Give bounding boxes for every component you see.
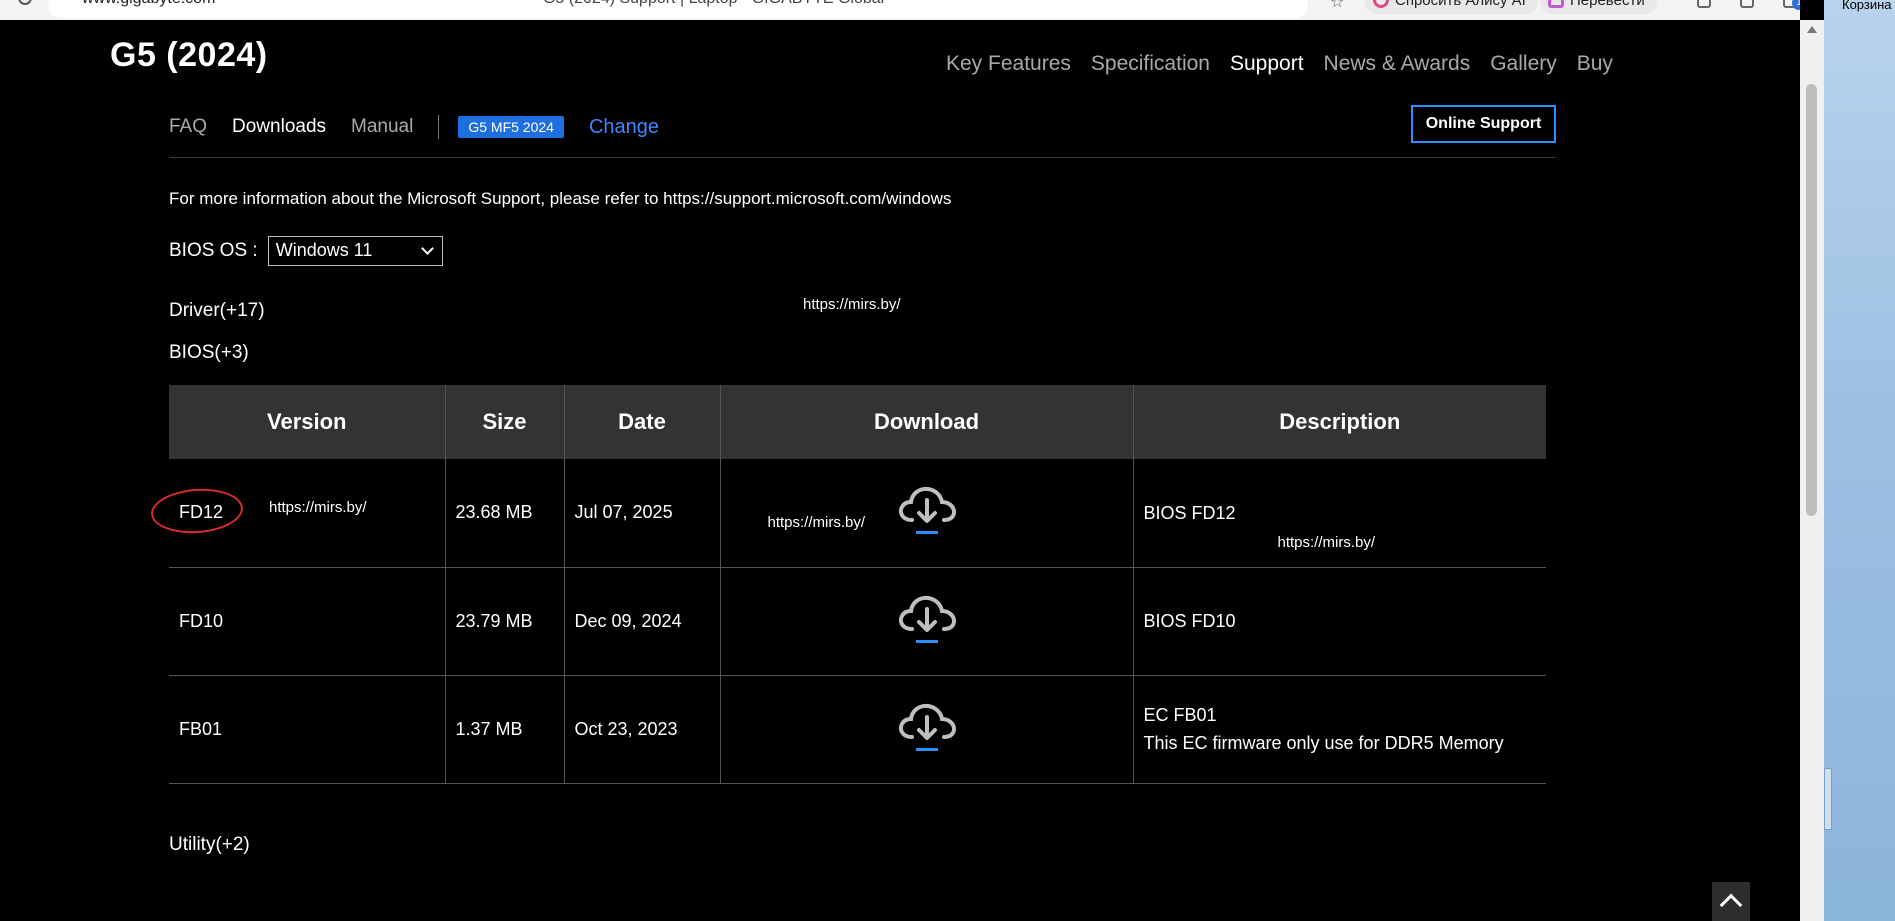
bios-os-row: BIOS OS : Windows 11 bbox=[169, 236, 443, 266]
size-cell: 23.79 MB bbox=[444, 567, 564, 676]
version-cell: FD10 bbox=[169, 567, 445, 676]
description-cell: BIOS FD10 bbox=[1132, 567, 1546, 676]
nav-support[interactable]: Support bbox=[1230, 52, 1304, 76]
bios-section-toggle[interactable]: BIOS(+3) bbox=[169, 342, 249, 364]
description-line: This EC firmware only use for DDR5 Memor… bbox=[1143, 733, 1504, 753]
download-cell bbox=[719, 675, 1133, 784]
table-row: FD10 23.79 MB Dec 09, 2024 BIOS FD10 bbox=[169, 567, 1546, 676]
recycle-bin-label[interactable]: Корзина bbox=[1842, 0, 1892, 12]
column-header-description: Description bbox=[1132, 385, 1546, 459]
nav-key-features[interactable]: Key Features bbox=[946, 52, 1071, 76]
table-row: FD12 https://mirs.by/ 23.68 MB Jul 07, 2… bbox=[149, 459, 1546, 568]
bios-os-label: BIOS OS : bbox=[169, 240, 258, 261]
download-cell: https://mirs.by/ bbox=[719, 459, 1133, 568]
online-support-button[interactable]: Online Support bbox=[1411, 105, 1556, 143]
chevron-up-icon bbox=[1719, 893, 1743, 917]
date-cell: Oct 23, 2023 bbox=[563, 675, 720, 784]
bios-table: Version Size Date Download Description F… bbox=[149, 385, 1546, 784]
watermark-text: https://mirs.by/ bbox=[269, 499, 367, 516]
support-subnav: FAQ Downloads Manual G5 MF5 2024 Change bbox=[169, 115, 659, 139]
bios-os-selected-value: Windows 11 bbox=[275, 240, 373, 260]
driver-section-toggle[interactable]: Driver(+17) bbox=[169, 300, 265, 322]
desktop-background: Корзина bbox=[1824, 0, 1895, 921]
column-header-download: Download bbox=[719, 385, 1133, 459]
address-url[interactable]: www.gigabyte.com bbox=[82, 0, 215, 8]
scrollbar-thumb[interactable] bbox=[1806, 84, 1817, 516]
reload-icon[interactable] bbox=[18, 0, 32, 5]
page-scrollbar[interactable] bbox=[1800, 20, 1824, 921]
utility-section-toggle[interactable]: Utility(+2) bbox=[169, 834, 250, 856]
desktop-window-edge bbox=[1824, 768, 1832, 830]
column-header-date: Date bbox=[563, 385, 720, 459]
notification-badge: 1 bbox=[1792, 0, 1800, 10]
date-cell: Jul 07, 2025 bbox=[563, 459, 720, 568]
description-cell: BIOS FD12 https://mirs.by/ bbox=[1132, 459, 1546, 568]
cloud-download-icon[interactable] bbox=[896, 701, 958, 758]
scroll-up-arrow-icon[interactable] bbox=[1807, 26, 1817, 33]
cloud-download-icon[interactable] bbox=[896, 484, 958, 541]
version-cell: FB01 bbox=[169, 675, 445, 784]
tab-faq[interactable]: FAQ bbox=[169, 116, 207, 138]
version-cell: FD12 https://mirs.by/ bbox=[149, 459, 445, 568]
back-to-top-button[interactable] bbox=[1712, 882, 1750, 921]
description-line: EC FB01 bbox=[1143, 705, 1217, 725]
more-icon[interactable]: ··· bbox=[1300, 0, 1316, 8]
date-cell: Dec 09, 2024 bbox=[563, 567, 720, 676]
extensions-icon[interactable] bbox=[1740, 0, 1754, 8]
cloud-download-icon[interactable] bbox=[896, 593, 958, 650]
bios-os-select[interactable]: Windows 11 bbox=[267, 236, 443, 266]
microsoft-support-note: For more information about the Microsoft… bbox=[169, 189, 952, 208]
description-line: BIOS FD10 bbox=[1143, 611, 1236, 631]
alice-icon bbox=[1373, 0, 1389, 8]
red-annotation-circle bbox=[149, 485, 245, 537]
tab-manual[interactable]: Manual bbox=[351, 116, 413, 138]
translate-button[interactable]: Перевести bbox=[1540, 0, 1657, 14]
nav-buy[interactable]: Buy bbox=[1577, 52, 1613, 76]
watermark-text: https://mirs.by/ bbox=[767, 514, 866, 531]
watermark-text: https://mirs.by/ bbox=[1277, 534, 1376, 551]
description-cell: EC FB01 This EC firmware only use for DD… bbox=[1132, 675, 1546, 784]
tab-title: G5 (2024) Support | Laptop - GIGABYTE Gl… bbox=[543, 0, 884, 8]
subnav-divider-line bbox=[169, 157, 1556, 158]
size-cell: 1.37 MB bbox=[444, 675, 564, 784]
subnav-divider bbox=[438, 115, 440, 139]
product-nav: Key Features Specification Support News … bbox=[946, 52, 1613, 76]
translate-icon bbox=[1548, 0, 1564, 8]
table-row: FB01 1.37 MB Oct 23, 2023 EC FB01 This E… bbox=[169, 675, 1546, 784]
description-line: BIOS FD12 bbox=[1143, 502, 1236, 523]
size-cell: 23.68 MB bbox=[444, 459, 564, 568]
chevron-down-icon bbox=[420, 242, 434, 255]
collections-icon[interactable] bbox=[1697, 0, 1711, 8]
browser-toolbar: www.gigabyte.com G5 (2024) Support | Lap… bbox=[0, 0, 1800, 20]
tab-downloads[interactable]: Downloads bbox=[232, 116, 326, 138]
change-model-link[interactable]: Change bbox=[589, 116, 659, 139]
alice-ai-button[interactable]: Спросить Алису AI bbox=[1365, 0, 1538, 14]
nav-news-awards[interactable]: News & Awards bbox=[1324, 52, 1471, 76]
download-cell bbox=[719, 567, 1133, 676]
nav-gallery[interactable]: Gallery bbox=[1490, 52, 1557, 76]
product-title: G5 (2024) bbox=[110, 36, 268, 74]
bookmark-star-icon[interactable]: ☆ bbox=[1330, 0, 1344, 12]
watermark-text: https://mirs.by/ bbox=[803, 296, 901, 313]
nav-specification[interactable]: Specification bbox=[1091, 52, 1210, 76]
column-header-version: Version bbox=[169, 385, 445, 459]
model-badge: G5 MF5 2024 bbox=[458, 116, 564, 138]
table-header-row: Version Size Date Download Description bbox=[169, 385, 1546, 459]
column-header-size: Size bbox=[444, 385, 564, 459]
